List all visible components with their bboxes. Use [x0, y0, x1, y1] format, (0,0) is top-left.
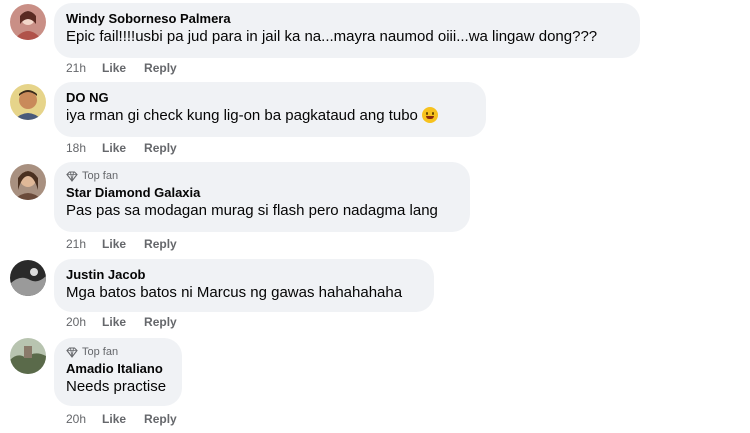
comment-bubble: DO NG iya rman gi check kung lig-on ba p…	[54, 82, 486, 137]
comment-timestamp[interactable]: 20h	[66, 412, 86, 426]
comment-actions: 20h Like Reply	[66, 412, 195, 426]
avatar[interactable]	[10, 260, 46, 296]
comment-text: Needs practise	[66, 378, 167, 395]
reply-button[interactable]: Reply	[144, 237, 177, 251]
avatar[interactable]	[10, 338, 46, 374]
comment-timestamp[interactable]: 21h	[66, 61, 86, 75]
diamond-icon	[66, 170, 78, 182]
comment-actions: 18h Like Reply	[66, 141, 195, 155]
comment-bubble: Top fan Amadio Italiano Needs practise	[54, 338, 182, 406]
comment-text: Pas pas sa modagan murag si flash pero n…	[66, 202, 438, 219]
like-button[interactable]: Like	[102, 61, 126, 75]
reply-button[interactable]: Reply	[144, 315, 177, 329]
like-button[interactable]: Like	[102, 315, 126, 329]
comment-author[interactable]: Windy Soborneso Palmera	[66, 10, 628, 27]
reply-button[interactable]: Reply	[144, 61, 177, 75]
comment-bubble: Top fan Star Diamond Galaxia Pas pas sa …	[54, 162, 470, 232]
comment-thread: Windy Soborneso Palmera Epic fail!!!!usb…	[0, 0, 750, 433]
comment-author[interactable]: Justin Jacob	[66, 266, 422, 283]
comment-text: Epic fail!!!!usbi pa jud para in jail ka…	[66, 28, 598, 45]
top-fan-badge: Top fan	[66, 169, 458, 183]
comment-bubble: Windy Soborneso Palmera Epic fail!!!!usb…	[54, 3, 640, 58]
reply-button[interactable]: Reply	[144, 141, 177, 155]
diamond-icon	[66, 346, 78, 358]
like-button[interactable]: Like	[102, 237, 126, 251]
avatar[interactable]	[10, 84, 46, 120]
comment-timestamp[interactable]: 21h	[66, 237, 86, 251]
comment-author[interactable]: Amadio Italiano	[66, 360, 170, 377]
comment-actions: 20h Like Reply	[66, 315, 195, 329]
comment-author[interactable]: DO NG	[66, 89, 474, 106]
grinning-face-emoji-icon	[421, 107, 438, 123]
comment-text-body: iya rman gi check kung lig-on ba pagkata…	[66, 107, 418, 124]
comment-text: iya rman gi check kung lig-on ba pagkata…	[66, 106, 474, 126]
reply-button[interactable]: Reply	[144, 412, 177, 426]
comment-text: Mga batos batos ni Marcus ng gawas hahah…	[66, 284, 403, 301]
avatar[interactable]	[10, 4, 46, 40]
top-fan-badge: Top fan	[66, 345, 170, 359]
like-button[interactable]: Like	[102, 412, 126, 426]
comment-author[interactable]: Star Diamond Galaxia	[66, 184, 458, 201]
comment-actions: 21h Like Reply	[66, 237, 195, 251]
like-button[interactable]: Like	[102, 141, 126, 155]
comment-actions: 21h Like Reply	[66, 61, 195, 75]
top-fan-label: Top fan	[82, 170, 119, 182]
avatar[interactable]	[10, 164, 46, 200]
top-fan-label: Top fan	[82, 346, 119, 358]
comment-bubble: Justin Jacob Mga batos batos ni Marcus n…	[54, 259, 434, 312]
comment-timestamp[interactable]: 20h	[66, 315, 86, 329]
comment-timestamp[interactable]: 18h	[66, 141, 86, 155]
